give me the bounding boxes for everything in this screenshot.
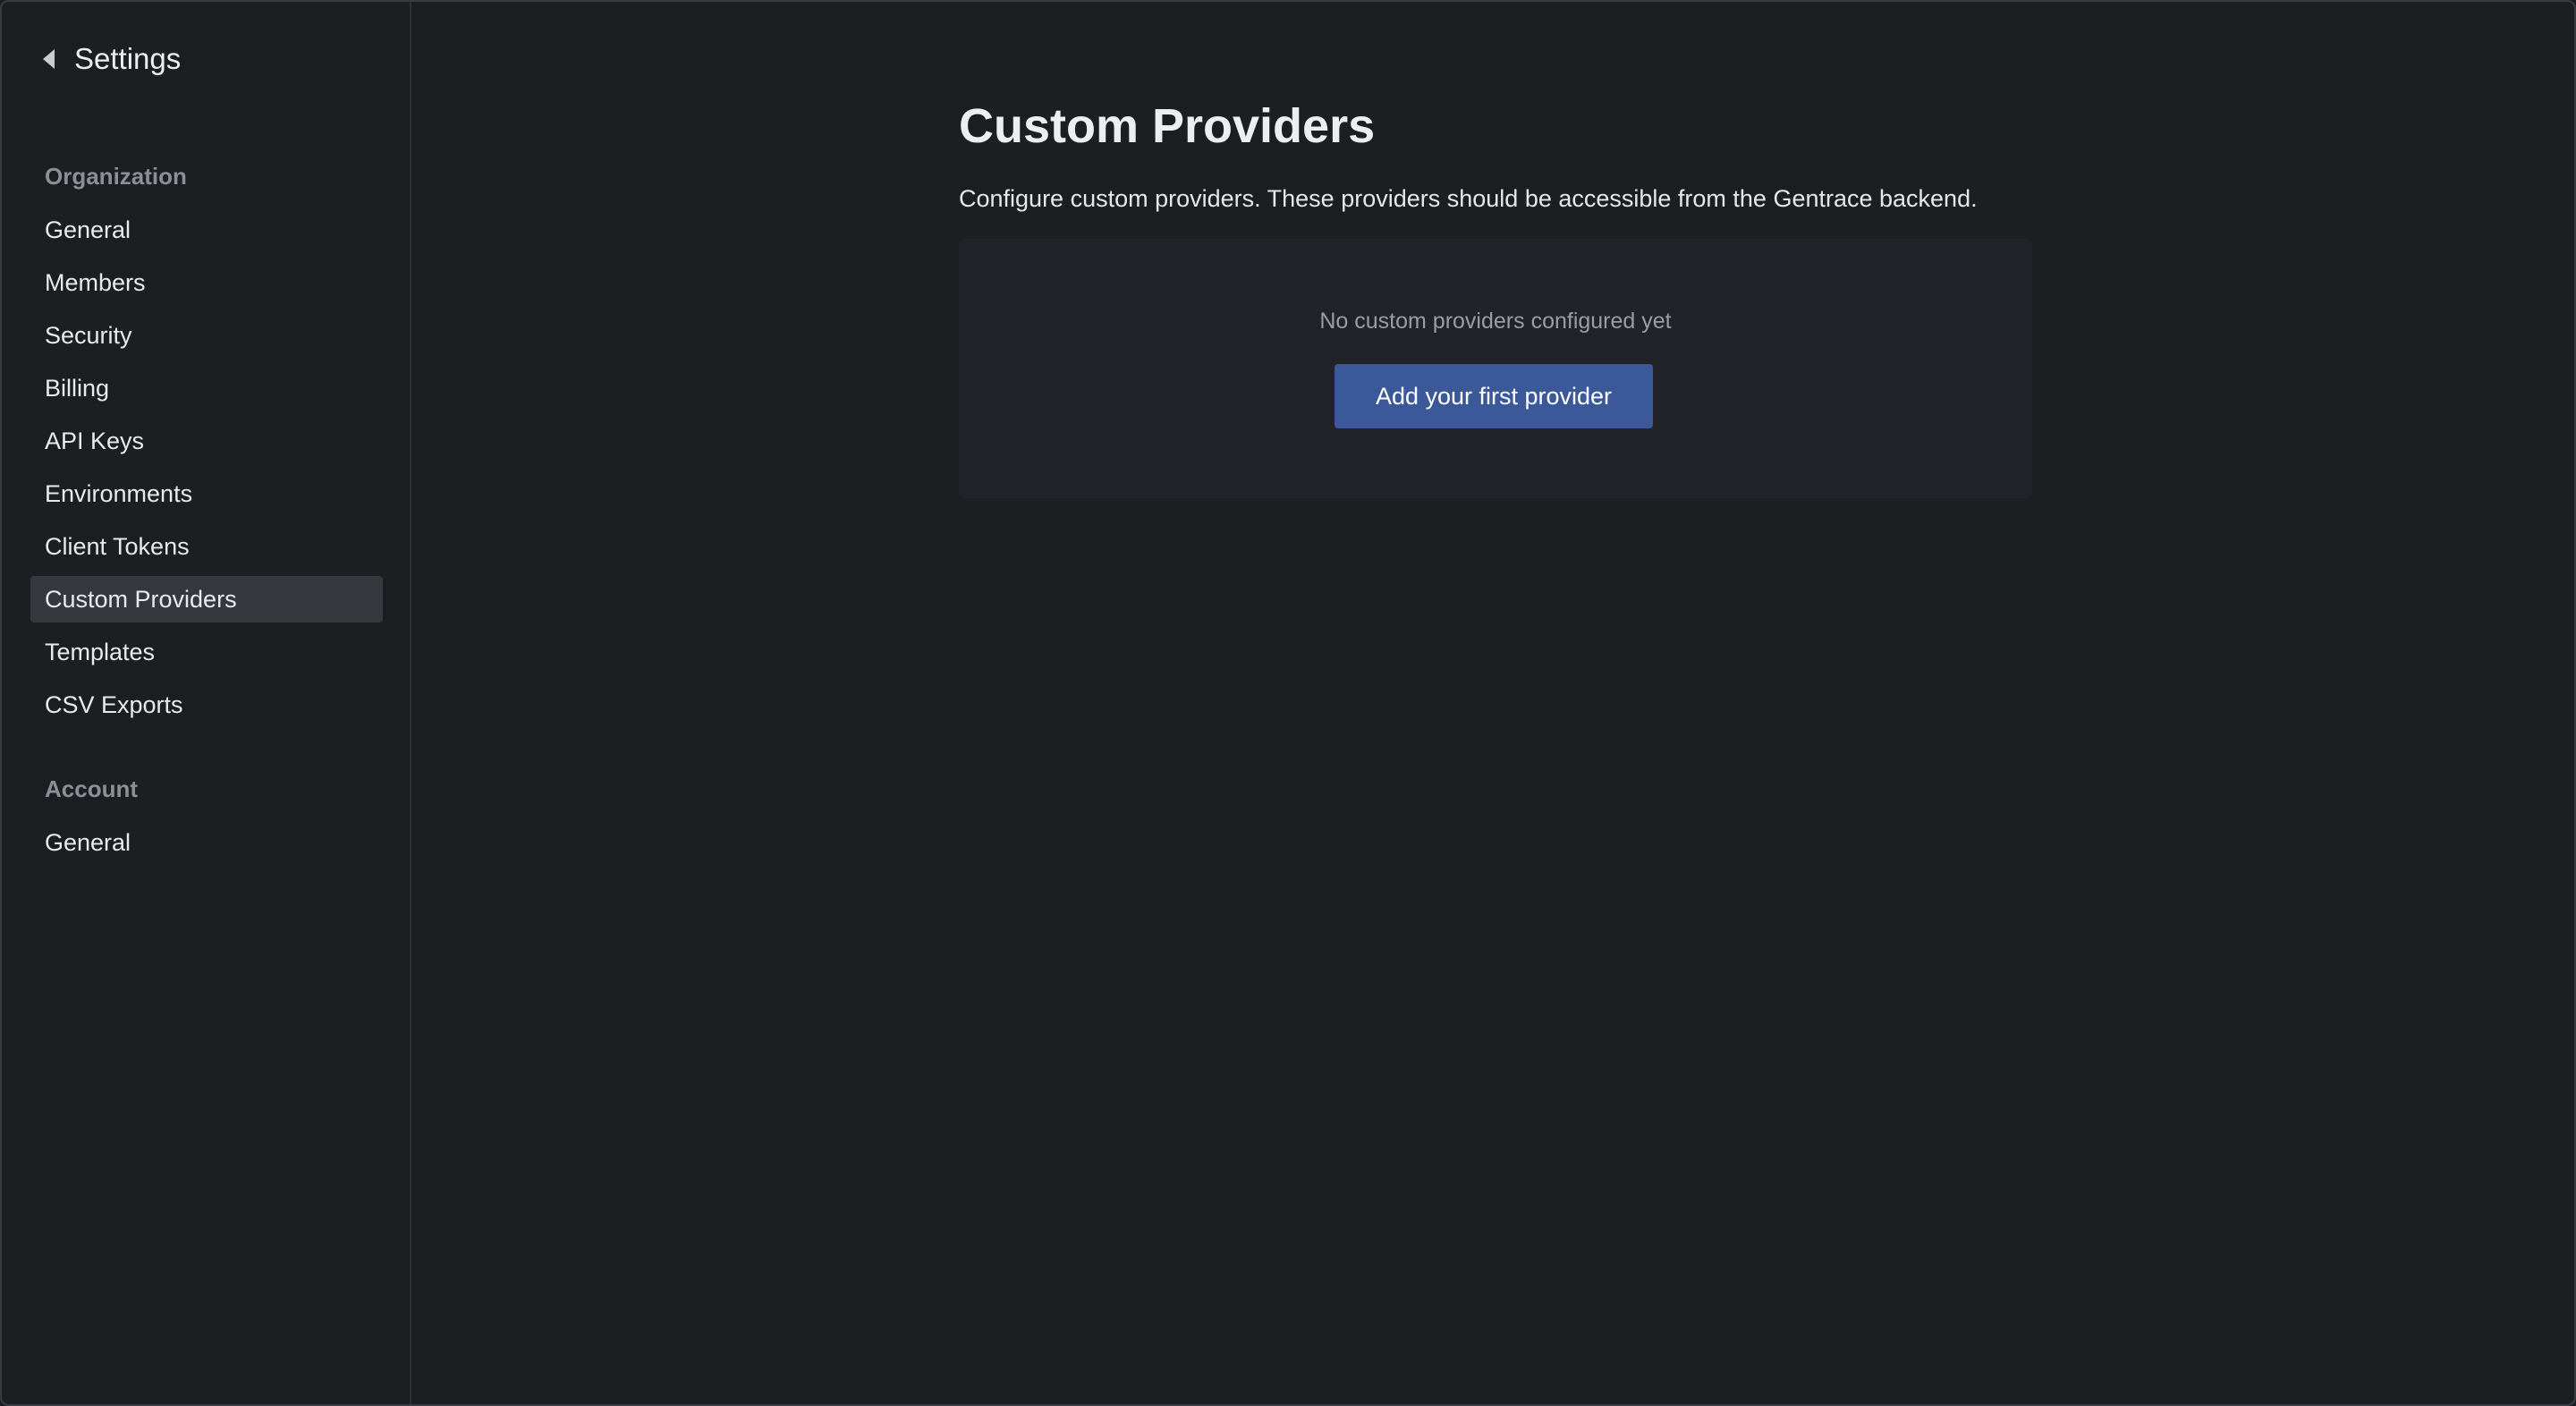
main-content: Custom Providers Configure custom provid… — [411, 2, 2574, 1404]
sidebar-item-environments[interactable]: Environments — [30, 470, 383, 517]
sidebar-item-label: CSV Exports — [45, 690, 183, 718]
settings-sidebar: Settings Organization General Members Se… — [2, 2, 411, 1404]
sidebar-item-billing[interactable]: Billing — [30, 365, 383, 411]
page-description: Configure custom providers. These provid… — [959, 185, 1978, 212]
sidebar-item-label: Security — [45, 321, 132, 349]
page-title: Custom Providers — [959, 99, 1376, 153]
empty-state-message: No custom providers configured yet — [1319, 309, 1672, 334]
sidebar-item-general[interactable]: General — [30, 207, 383, 253]
sidebar-item-label: Billing — [45, 374, 110, 402]
sidebar-item-custom-providers[interactable]: Custom Providers — [30, 576, 383, 623]
section-label-organization: Organization — [45, 163, 187, 190]
sidebar-item-account-general[interactable]: General — [30, 819, 383, 866]
sidebar-item-label: Client Tokens — [45, 532, 190, 560]
sidebar-item-api-keys[interactable]: API Keys — [30, 418, 383, 464]
section-label-account: Account — [45, 775, 138, 802]
sidebar-item-label: Members — [45, 268, 146, 296]
sidebar-item-members[interactable]: Members — [30, 259, 383, 306]
sidebar-item-label: Custom Providers — [45, 585, 237, 613]
sidebar-item-csv-exports[interactable]: CSV Exports — [30, 682, 383, 728]
sidebar-item-templates[interactable]: Templates — [30, 629, 383, 675]
sidebar-item-label: Templates — [45, 638, 156, 665]
sidebar-item-label: General — [45, 216, 131, 243]
sidebar-item-security[interactable]: Security — [30, 312, 383, 359]
empty-state-card: No custom providers configured yet Add y… — [959, 239, 2032, 498]
sidebar-item-client-tokens[interactable]: Client Tokens — [30, 523, 383, 570]
settings-heading: Settings — [74, 42, 182, 75]
add-first-provider-button[interactable]: Add your first provider — [1335, 364, 1653, 428]
caret-left-icon — [43, 49, 55, 69]
settings-window: Settings Organization General Members Se… — [0, 0, 2576, 1406]
sidebar-item-label: General — [45, 828, 131, 856]
sidebar-item-label: API Keys — [45, 427, 145, 454]
back-to-settings-button[interactable]: Settings — [41, 38, 181, 80]
sidebar-item-label: Environments — [45, 479, 193, 507]
